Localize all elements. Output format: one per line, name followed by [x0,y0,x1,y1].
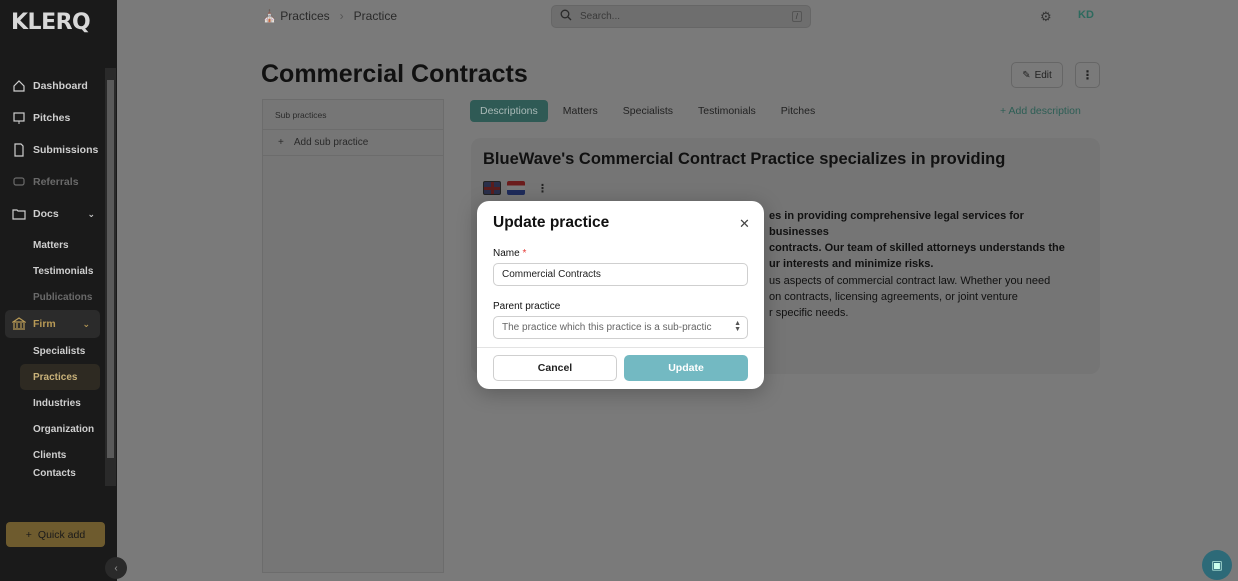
search-icon [560,9,572,24]
sidebar-item-matters[interactable]: Matters [0,232,105,258]
sidebar-item-specialists[interactable]: Specialists [0,338,105,364]
description-line: es in providing comprehensive legal serv… [769,210,1024,238]
sidebar-item-label: Referrals [33,176,79,188]
update-button[interactable]: Update [624,355,748,381]
search-shortcut: / [791,11,802,22]
plus-icon: + [278,137,284,148]
chat-support-button[interactable]: ▣ [1202,550,1232,580]
tab-descriptions[interactable]: Descriptions [470,100,548,122]
tab-testimonials[interactable]: Testimonials [688,100,766,122]
sidebar-item-referrals[interactable]: Referrals [0,168,105,196]
modal-title: Update practice [493,214,610,231]
search-input[interactable]: Search... / [551,5,811,28]
breadcrumb-practice: Practice [353,9,398,23]
sidebar-item-label: Pitches [33,112,71,124]
sidebar-item-dashboard[interactable]: Dashboard [0,72,105,100]
breadcrumb-label: Practices [280,9,330,23]
chevron-down-icon: ⌄ [87,208,95,219]
sidebar-item-label: Submissions [33,144,99,156]
scrollbar-thumb[interactable] [107,80,114,458]
name-label-text: Name [493,248,520,259]
collapse-sidebar-button[interactable]: ‹ [105,557,127,579]
sub-practices-header: Sub practices [263,100,443,130]
document-icon [11,142,27,158]
required-marker: * [522,248,527,259]
folder-icon [11,206,27,222]
sidebar-item-testimonials[interactable]: Testimonials [0,258,105,284]
quick-add-button[interactable]: + Quick add [6,522,105,547]
sidebar-item-label: Dashboard [33,80,88,92]
tab-matters[interactable]: Matters [553,100,608,122]
tab-specialists[interactable]: Specialists [613,100,683,122]
sidebar-item-publications[interactable]: Publications [0,284,105,310]
description-line: on contracts, licensing agreements, or j… [769,291,1018,303]
sidebar-item-label: Docs [33,208,59,220]
sub-practices-panel: Sub practices + Add sub practice [262,99,444,573]
select-arrows-icon: ▲ ▼ [734,320,741,333]
bank-icon: ⛪ [262,9,277,23]
tabs: Descriptions Matters Specialists Testimo… [470,100,830,122]
sidebar-item-clients[interactable]: Clients [0,442,105,468]
page-title: Commercial Contracts [261,60,528,88]
add-sub-practice-button[interactable]: + Add sub practice [263,130,443,156]
tab-pitches[interactable]: Pitches [771,100,825,122]
parent-practice-select[interactable]: The practice which this practice is a su… [493,316,748,339]
bank-icon [11,316,27,332]
edit-button[interactable]: ✎ Edit [1011,62,1063,88]
plus-icon: + [25,528,32,541]
name-label: Name * [493,248,526,259]
sidebar-item-pitches[interactable]: Pitches [0,104,105,132]
quick-add-label: Quick add [37,528,86,541]
chat-icon: ▣ [1211,558,1223,572]
sidebar-item-submissions[interactable]: Submissions [0,136,105,164]
kebab-menu-icon[interactable]: ⋮ [537,182,548,195]
sidebar-item-practices[interactable]: Practices [20,364,100,390]
sidebar-item-contacts[interactable]: Contacts [0,468,105,482]
sidebar-scrollbar[interactable] [105,68,116,486]
edit-label: Edit [1034,69,1052,81]
add-sub-practice-label: Add sub practice [293,137,369,148]
language-flags: ⋮ [483,181,548,195]
sidebar-item-docs[interactable]: Docs ⌄ [0,200,105,228]
sidebar: KLERQ Dashboard Pitches Submissions Refe… [0,0,127,581]
chevron-down-icon: ⌄ [82,318,90,329]
cancel-button[interactable]: Cancel [493,355,617,381]
parent-practice-label: Parent practice [493,301,561,312]
sidebar-nav: Dashboard Pitches Submissions Referrals … [0,72,105,482]
description-title: BlueWave's Commercial Contract Practice … [483,150,1006,168]
modal-divider [477,347,764,348]
uk-flag-icon[interactable] [483,181,501,195]
description-line: contracts. Our team of skilled attorneys… [769,242,1065,254]
app-logo: KLERQ [11,10,91,35]
chevron-left-icon: ‹ [114,562,118,574]
description-line: ur interests and minimize risks. [769,258,934,270]
sidebar-item-label: Firm [33,318,56,330]
parent-practice-placeholder: The practice which this practice is a su… [502,322,712,333]
description-line: us aspects of commercial contract law. W… [769,275,1051,287]
search-placeholder: Search... [580,11,621,22]
description-line: r specific needs. [769,307,849,319]
sidebar-item-firm[interactable]: Firm ⌄ [5,310,100,338]
nl-flag-icon[interactable] [507,181,525,195]
more-options-button[interactable]: ⋮ [1075,62,1100,88]
breadcrumb-practices[interactable]: ⛪ Practices [262,9,330,23]
name-field[interactable] [493,263,748,286]
avatar[interactable]: KD [1078,9,1094,21]
breadcrumb: ⛪ Practices › Practice [262,9,397,23]
breadcrumb-separator: › [339,9,344,23]
sidebar-item-organization[interactable]: Organization [0,416,105,442]
gear-icon[interactable]: ⚙ [1040,9,1052,25]
home-icon [11,78,27,94]
edit-icon: ✎ [1022,69,1031,81]
kebab-menu-icon: ⋮ [1081,68,1094,82]
update-practice-modal: Update practice ✕ Name * Parent practice… [477,201,764,389]
sidebar-item-industries[interactable]: Industries [0,390,105,416]
add-description-button[interactable]: + Add description [1000,105,1081,117]
chat-icon [11,174,27,190]
close-icon[interactable]: ✕ [739,217,750,230]
presentation-icon [11,110,27,126]
add-description-label: Add description [1008,105,1081,117]
